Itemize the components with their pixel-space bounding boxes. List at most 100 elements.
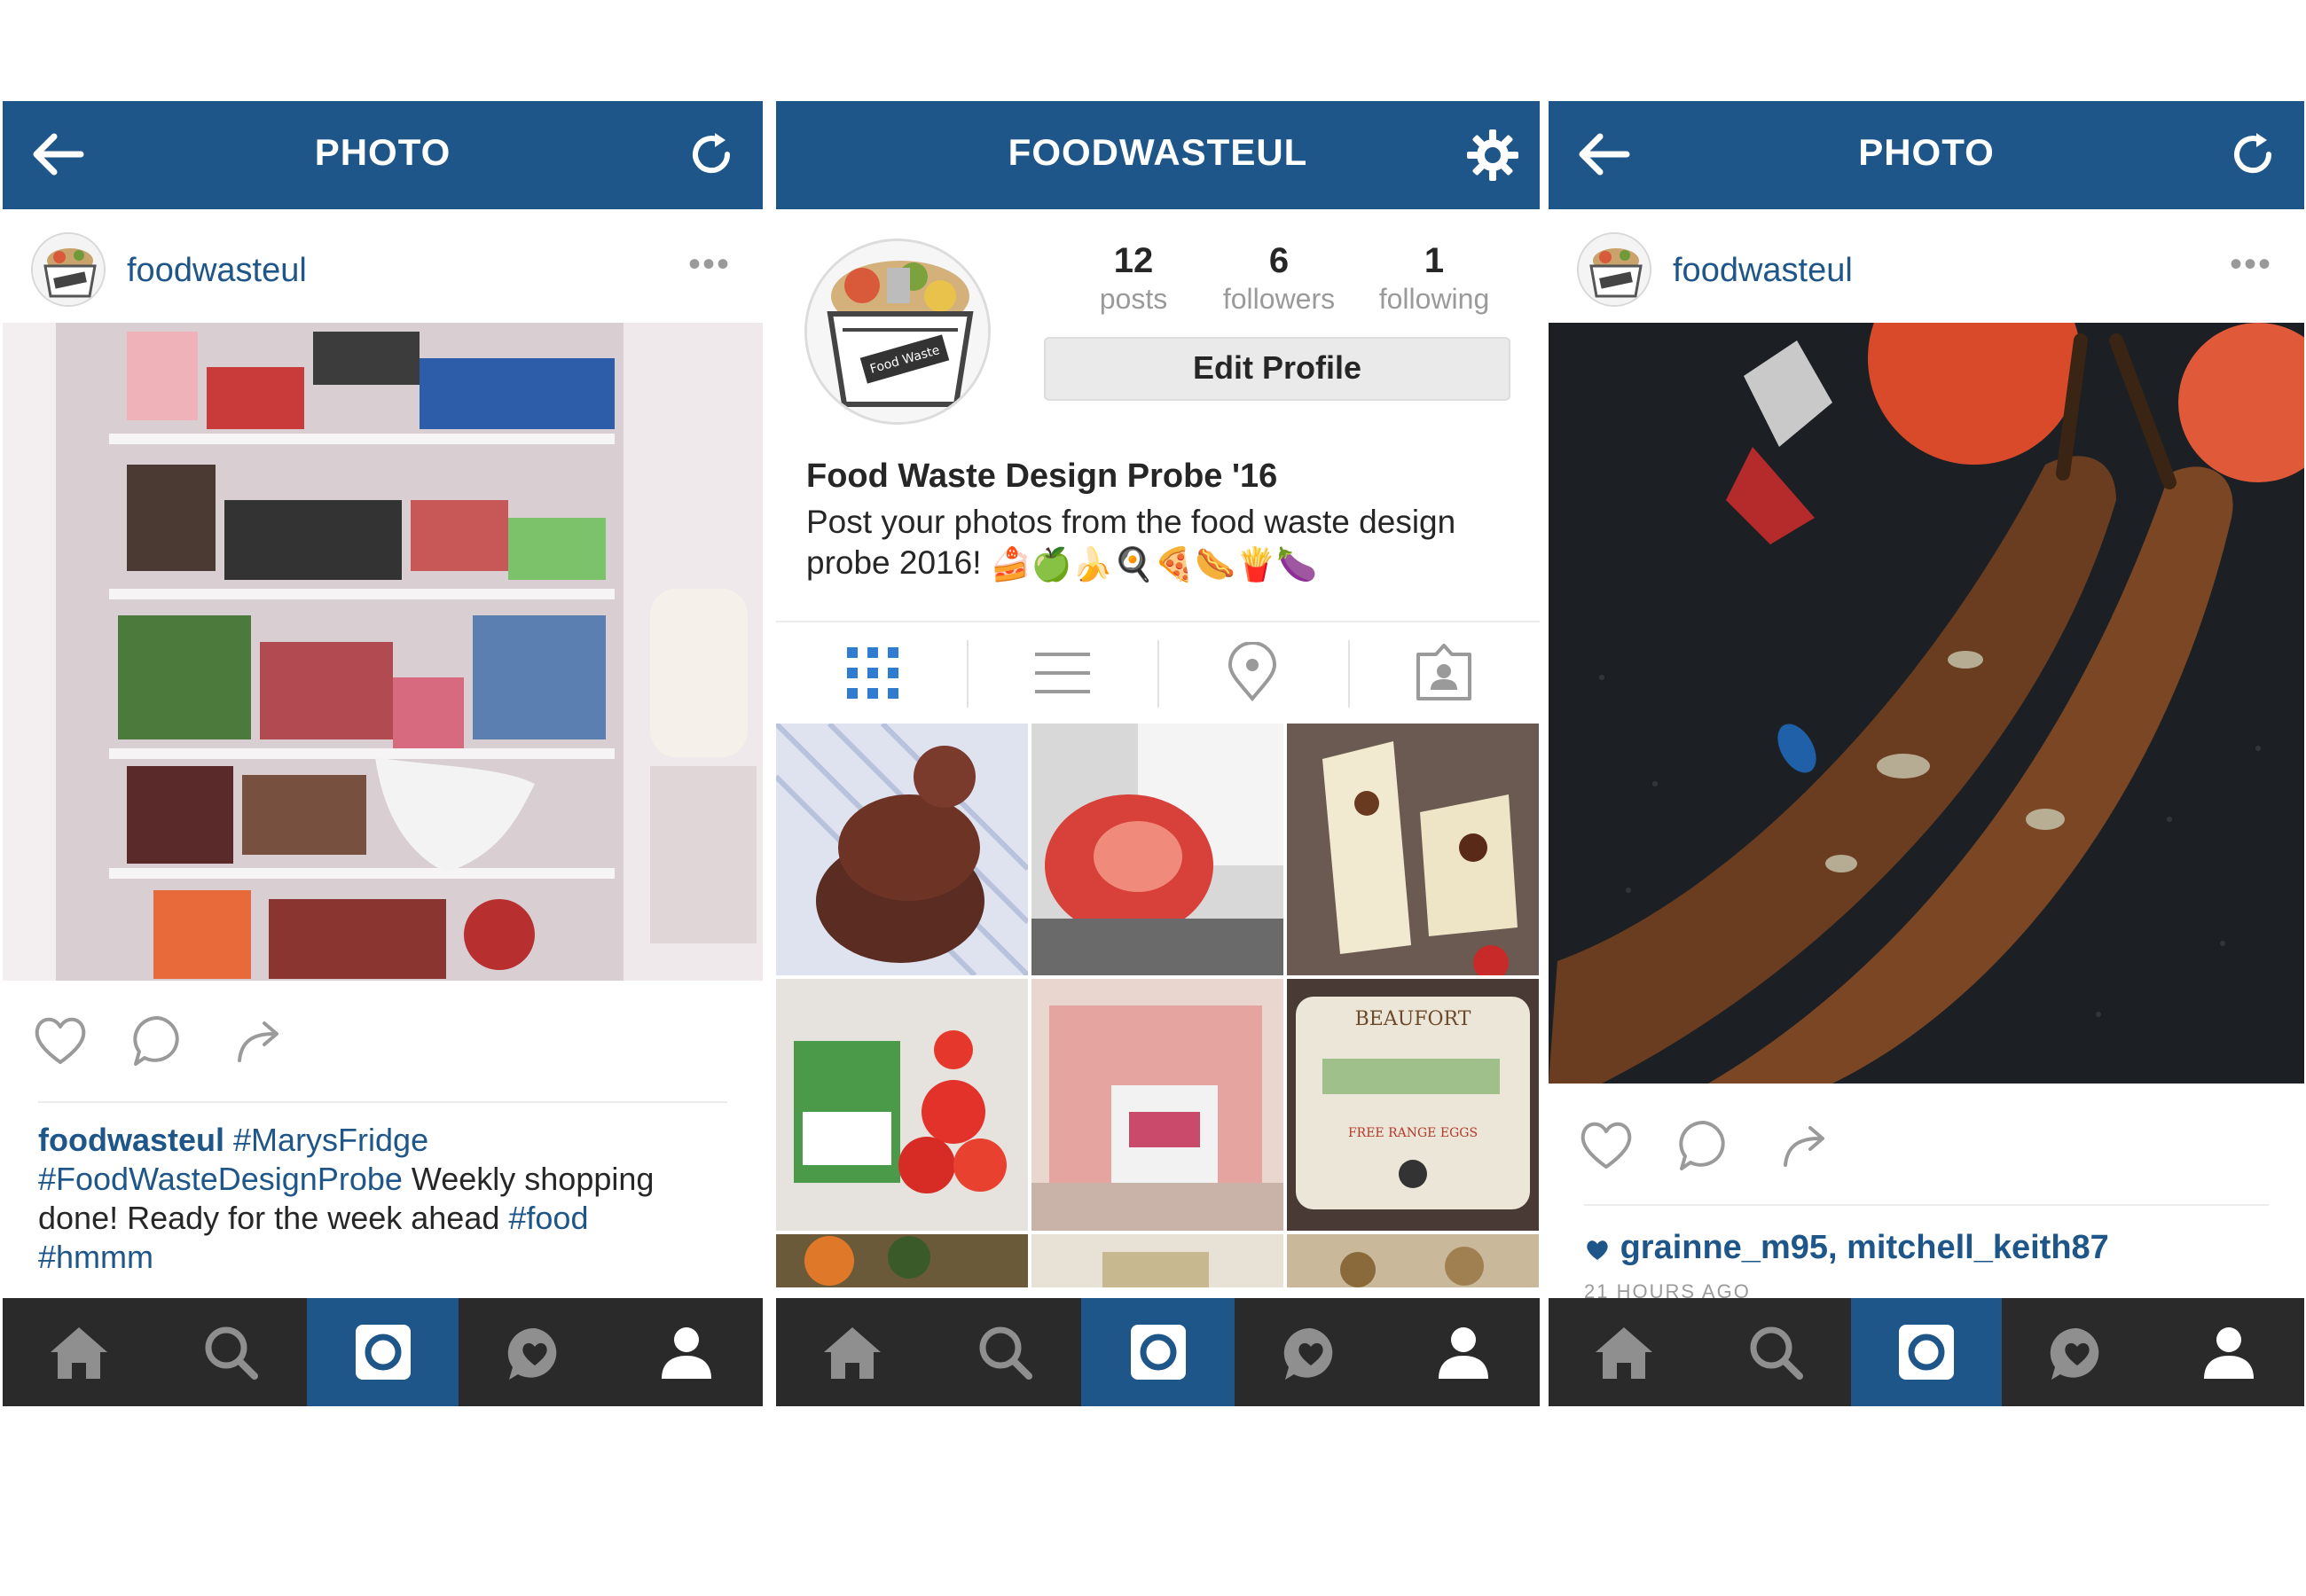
stat-following[interactable]: 1 following xyxy=(1359,241,1510,316)
list-view-tab[interactable] xyxy=(1031,642,1094,704)
settings-button[interactable] xyxy=(1465,128,1518,181)
post-actions xyxy=(3,988,763,1085)
stat-followers[interactable]: 6 followers xyxy=(1204,241,1354,316)
location-tab[interactable] xyxy=(1221,641,1283,704)
tab-home[interactable] xyxy=(3,1298,154,1406)
tomatoes-thumbnail xyxy=(776,979,1028,1231)
like-button[interactable] xyxy=(29,1009,91,1071)
tab-search[interactable] xyxy=(154,1298,306,1406)
grid-photo[interactable] xyxy=(776,724,1028,975)
grid-photo[interactable] xyxy=(1031,979,1283,1231)
more-options-button[interactable]: ••• xyxy=(2230,245,2272,285)
heart-icon xyxy=(1580,1122,1632,1169)
share-button[interactable] xyxy=(229,1009,291,1071)
tagged-photos-icon xyxy=(1416,644,1471,700)
bio-line: probe 2016! xyxy=(806,544,982,581)
stat-value: 6 xyxy=(1268,241,1290,280)
refresh-icon xyxy=(693,133,731,174)
pepper-thumbnail xyxy=(1031,724,1283,975)
location-pin-icon xyxy=(1228,641,1277,702)
tab-activity[interactable] xyxy=(1235,1298,1387,1406)
tab-profile[interactable] xyxy=(2153,1298,2304,1406)
tab-search[interactable] xyxy=(1699,1298,1850,1406)
like-button[interactable] xyxy=(1575,1114,1637,1176)
cupcake-thumbnail xyxy=(776,724,1028,975)
gear-icon xyxy=(1467,129,1518,181)
avatar[interactable] xyxy=(31,232,106,307)
page-title: PHOTO xyxy=(1858,131,1995,173)
post-header: foodwasteul ••• xyxy=(1549,225,2304,314)
stat-label: followers xyxy=(1222,283,1336,315)
fridge-photo xyxy=(3,323,763,981)
thumbnail-partial xyxy=(1287,1234,1539,1287)
tab-profile[interactable] xyxy=(1387,1298,1540,1406)
more-options-button[interactable]: ••• xyxy=(688,245,731,285)
tab-separator xyxy=(967,640,969,708)
profile-icon xyxy=(1438,1327,1488,1379)
grid-photo[interactable]: BEAUFORT FREE RANGE EGGS xyxy=(1287,979,1539,1231)
tab-search[interactable] xyxy=(929,1298,1081,1406)
likes-list[interactable]: grainne_m95, mitchell_keith87 xyxy=(1584,1229,2109,1267)
tab-separator xyxy=(1157,640,1159,708)
likers-names[interactable]: grainne_m95, mitchell_keith87 xyxy=(1620,1229,2109,1266)
post-photo[interactable] xyxy=(1549,323,2304,1084)
heart-icon xyxy=(35,1017,86,1064)
activity-heart-icon xyxy=(1283,1327,1332,1380)
tab-camera[interactable] xyxy=(1850,1298,2003,1406)
stat-label: following xyxy=(1378,283,1490,315)
banana-thumbnail xyxy=(1287,724,1539,975)
post-photo[interactable] xyxy=(3,323,763,981)
activity-heart-icon xyxy=(507,1327,557,1380)
camera-icon xyxy=(1899,1325,1955,1380)
grid-view-icon xyxy=(847,647,898,699)
grid-photo[interactable] xyxy=(1031,1234,1283,1287)
grid-photo[interactable] xyxy=(776,1234,1028,1287)
tab-camera[interactable] xyxy=(1081,1298,1235,1406)
refresh-button[interactable] xyxy=(2226,128,2279,181)
comment-button[interactable] xyxy=(127,1009,189,1071)
avatar[interactable] xyxy=(1577,232,1651,307)
grid-photo[interactable] xyxy=(1287,724,1539,975)
tab-activity[interactable] xyxy=(459,1298,610,1406)
tab-profile[interactable] xyxy=(611,1298,763,1406)
stat-label: posts xyxy=(1099,283,1168,315)
caption-username[interactable]: foodwasteul xyxy=(38,1122,224,1158)
tagged-photos-tab[interactable] xyxy=(1413,642,1475,704)
post-header: foodwasteul ••• xyxy=(3,225,763,314)
camera-icon xyxy=(355,1325,411,1380)
list-view-icon xyxy=(1035,653,1090,693)
share-button[interactable] xyxy=(1775,1114,1837,1176)
comment-button[interactable] xyxy=(1673,1114,1735,1176)
heart-filled-icon xyxy=(1587,1240,1608,1260)
refresh-button[interactable] xyxy=(685,128,738,181)
stat-posts[interactable]: 12 posts xyxy=(1058,241,1209,316)
hashtag-link[interactable]: #hmmm xyxy=(38,1239,153,1275)
grid-view-tab[interactable] xyxy=(842,642,904,704)
edit-profile-button[interactable]: Edit Profile xyxy=(1044,337,1510,401)
hashtag-link[interactable]: #food xyxy=(508,1200,588,1236)
hashtag-link[interactable]: #FoodWasteDesignProbe xyxy=(38,1161,403,1197)
home-icon xyxy=(50,1327,107,1379)
home-icon xyxy=(1596,1327,1653,1379)
divider xyxy=(38,1101,727,1103)
hashtag-link[interactable]: #MarysFridge xyxy=(233,1122,428,1158)
grid-photo[interactable] xyxy=(1287,1234,1539,1287)
top-bar: FOODWASTEUL xyxy=(776,101,1540,209)
tab-activity[interactable] xyxy=(2002,1298,2153,1406)
search-icon xyxy=(205,1326,259,1380)
post-username[interactable]: foodwasteul xyxy=(127,252,307,290)
bottom-tab-bar xyxy=(776,1298,1540,1406)
profile-bio: Post your photos from the food waste des… xyxy=(806,502,1504,585)
grid-photo[interactable] xyxy=(776,979,1028,1231)
post-username[interactable]: foodwasteul xyxy=(1673,252,1853,290)
bottom-tab-bar xyxy=(3,1298,763,1406)
post-caption: foodwasteul #MarysFridge #FoodWasteDesig… xyxy=(38,1121,710,1277)
profile-avatar[interactable]: Food Waste xyxy=(804,239,991,425)
tab-home[interactable] xyxy=(776,1298,929,1406)
bio-emojis: 🍰🍏🍌🍳🍕🌭🍟🍆 xyxy=(990,546,1318,583)
profile-icon xyxy=(662,1327,712,1379)
photo-screen-bananas: PHOTO foodwasteul ••• grainne_m95, mitch… xyxy=(1549,101,2304,1406)
tab-home[interactable] xyxy=(1549,1298,1699,1406)
grid-photo[interactable] xyxy=(1031,724,1283,975)
tab-camera[interactable] xyxy=(306,1298,459,1406)
